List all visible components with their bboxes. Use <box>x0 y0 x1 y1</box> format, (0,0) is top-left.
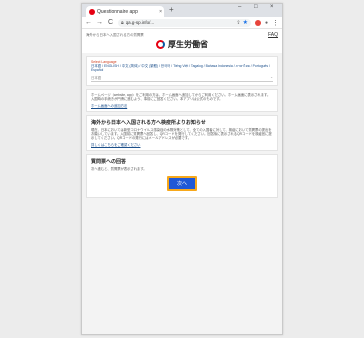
faq-link[interactable]: FAQ <box>268 32 278 38</box>
close-tab-icon[interactable]: × <box>159 9 164 15</box>
tab-title: Questionnaire app <box>97 8 138 15</box>
questionnaire-text: 次へ進むと、質問票が表示されます。 <box>91 166 147 171</box>
bookmark-star-icon[interactable]: ★ <box>243 19 248 26</box>
top-note: 海外から日本へ入国される方の質問票 <box>86 33 144 37</box>
page-header: 海外から日本へ入国される方の質問票 FAQ 厚生労働省 <box>82 30 282 53</box>
next-button[interactable]: 次へ <box>167 176 197 192</box>
profile-icon[interactable]: ● <box>265 20 268 26</box>
tab-bar: Questionnaire app × + – □ × <box>82 4 282 17</box>
browser-window: Questionnaire app × + – □ × ← → C 🔒︎ qa.… <box>81 3 283 335</box>
maximize-icon[interactable]: □ <box>254 4 258 10</box>
notice-heading: 海外から日本へ入国される方へ検疫所よりお知らせ <box>91 119 206 126</box>
language-select[interactable]: 日本語 ⌄ <box>91 75 273 82</box>
menu-icon[interactable]: ⋮ <box>272 19 279 27</box>
intro-card: ホームページ（website, app）をご利用の方は、ホーム画面へ追加してから… <box>86 88 278 112</box>
close-window-icon[interactable]: × <box>270 4 274 10</box>
new-tab-button[interactable]: + <box>169 5 174 14</box>
intro-text: ホームページ（website, app）をご利用の方は、ホーム画面へ追加してから… <box>91 92 271 102</box>
language-list[interactable]: 日本語 / ENGLISH / 中文 (简体) / 中文 (繁體) / 한국어 … <box>91 64 273 73</box>
logo-text: 厚生労働省 <box>168 40 208 49</box>
questionnaire-heading: 質問票への回答 <box>91 158 127 165</box>
language-card: Select Language 日本語 / ENGLISH / 中文 (简体) … <box>86 56 278 86</box>
share-icon[interactable]: ⇪ <box>236 20 240 26</box>
extension-icon[interactable] <box>254 19 261 26</box>
mhlw-logo-icon <box>156 40 165 49</box>
notice-card: 海外から日本へ入国される方へ検疫所よりお知らせ 現在、日本においては新型コロナウ… <box>86 114 278 151</box>
back-icon[interactable]: ← <box>85 19 92 26</box>
address-bar[interactable]: 🔒︎ qa.g-sp.info/... ⇪ ★ <box>118 18 251 27</box>
notice-link[interactable]: 詳しくはこちらをご確認ください <box>91 142 273 147</box>
browser-toolbar: ← → C 🔒︎ qa.g-sp.info/... ⇪ ★ ● ⋮ <box>82 17 282 29</box>
questionnaire-card: 質問票への回答 次へ進むと、質問票が表示されます。 次へ <box>86 153 278 199</box>
chevron-down-icon: ⌄ <box>270 74 273 79</box>
page-content: 海外から日本へ入国される方の質問票 FAQ 厚生労働省 Select Langu… <box>82 30 282 334</box>
favicon-icon <box>89 8 95 15</box>
forward-icon[interactable]: → <box>96 19 103 26</box>
browser-tab[interactable]: Questionnaire app × <box>86 6 164 17</box>
language-selected: 日本語 <box>91 75 102 80</box>
reload-icon[interactable]: C <box>107 19 114 26</box>
notice-text: 現在、日本においては新型コロナウイルス感染症の水際対策として、全ての入国者に対し… <box>91 127 272 141</box>
minimize-icon[interactable]: – <box>238 4 241 10</box>
lock-icon: 🔒︎ <box>121 19 124 26</box>
home-screen-link[interactable]: ホーム画面への追加方法 <box>91 103 273 108</box>
url-text: qa.g-sp.info/... <box>125 20 155 25</box>
logo: 厚生労働省 <box>86 39 278 50</box>
